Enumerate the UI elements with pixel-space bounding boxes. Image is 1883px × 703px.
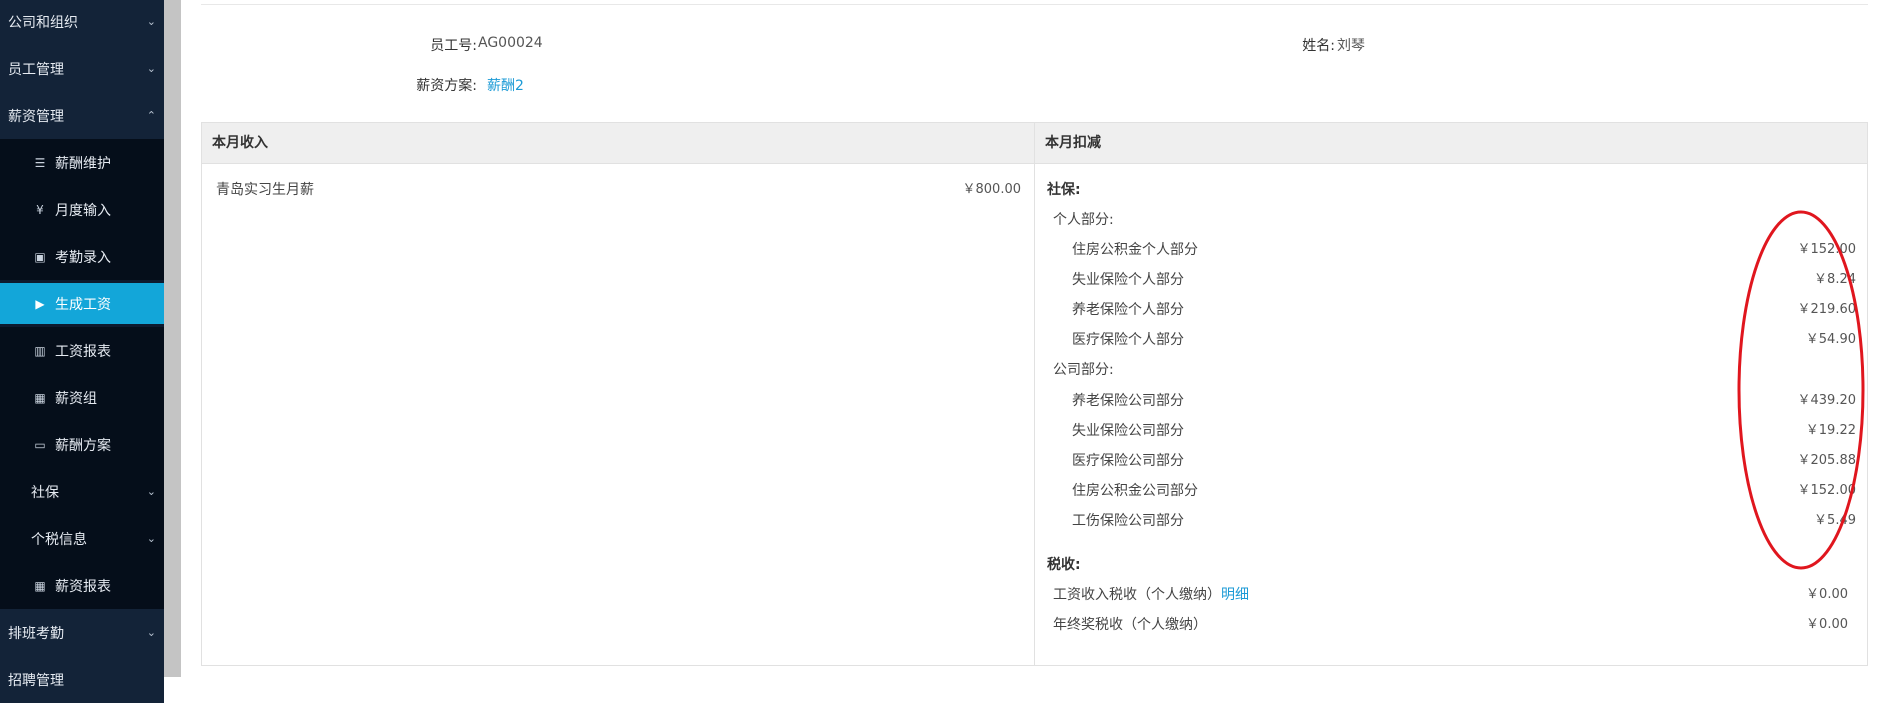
deduction-item-amount: ￥8.24	[1814, 272, 1856, 287]
deduction-item-amount: ￥152.00	[1797, 242, 1857, 257]
sidebar-item-social-security[interactable]: 社保 ⌄	[0, 468, 164, 515]
deduction-item-amount: ￥54.90	[1805, 332, 1856, 347]
income-header: 本月收入	[202, 123, 1034, 164]
deduction-item-label: 医疗保险个人部分	[1072, 332, 1184, 348]
chevron-down-icon: ⌄	[146, 485, 156, 498]
sidebar-item-label: 月度输入	[55, 202, 111, 219]
salary-plan-label: 薪资方案:	[416, 78, 477, 94]
card-icon: ▭	[34, 437, 46, 452]
sidebar-item-company-org[interactable]: 公司和组织 ⌄	[0, 0, 164, 45]
divider	[201, 4, 1868, 5]
sidebar-item-label: 考勤录入	[55, 249, 111, 266]
tax-label: 税收:	[1047, 557, 1081, 573]
grid-icon: ▦	[34, 578, 46, 593]
grid-icon: ▦	[34, 390, 46, 405]
deduction-item-label: 失业保险公司部分	[1072, 423, 1184, 439]
tax-item-amount: ￥0.00	[1806, 617, 1848, 632]
sidebar-item-label: 薪资报表	[55, 578, 111, 595]
sidebar-item-label: 薪酬维护	[55, 155, 111, 172]
tax-item-text: 工资收入税收（个人缴纳）	[1053, 587, 1221, 603]
salary-plan-link[interactable]: 薪酬2	[487, 75, 524, 95]
company-part-label: 公司部分:	[1053, 362, 1114, 378]
sidebar-item-label: 招聘管理	[8, 672, 64, 689]
sidebar-item-generate-payroll[interactable]: ▶ 生成工资	[0, 283, 164, 324]
deduction-item-label: 失业保险个人部分	[1072, 272, 1184, 288]
deduction-item-amount: ￥5.49	[1814, 513, 1856, 528]
employee-no-value: AG00024	[478, 35, 543, 51]
bar-chart-icon: ▥	[34, 343, 46, 358]
calendar-icon: ▣	[34, 249, 46, 264]
name-label: 姓名:	[1302, 38, 1335, 54]
deduction-item-label: 养老保险个人部分	[1072, 302, 1184, 318]
sidebar-scrollbar[interactable]	[164, 0, 181, 677]
sidebar-item-tax-info[interactable]: 个税信息 ⌄	[0, 515, 164, 562]
yen-circle-icon: ¥	[36, 202, 44, 217]
sidebar-item-employee-mgmt[interactable]: 员工管理 ⌄	[0, 45, 164, 92]
deduction-item-amount: ￥439.20	[1797, 393, 1857, 408]
sidebar-item-label: 排班考勤	[8, 625, 64, 642]
sidebar-item-label: 生成工资	[55, 296, 111, 313]
deduction-item-amount: ￥152.00	[1797, 483, 1857, 498]
income-item-amount: ￥800.00	[962, 182, 1022, 197]
sidebar-item-shift-attendance[interactable]: 排班考勤 ⌄	[0, 609, 164, 656]
sidebar-item-label: 工资报表	[55, 343, 111, 360]
main-content: 员工号: AG00024 姓名: 刘琴 薪资方案: 薪酬2 本月收入 本月扣减 …	[181, 0, 1883, 677]
deduction-item-label: 工伤保险公司部分	[1072, 513, 1184, 529]
sidebar: 公司和组织 ⌄ 员工管理 ⌄ 薪资管理 ⌃ ☰ 薪酬维护 ¥ 月度输入 ▣ 考勤…	[0, 0, 164, 703]
deduction-item-label: 住房公积金个人部分	[1072, 242, 1198, 258]
sidebar-item-salary-group[interactable]: ▦ 薪资组	[0, 374, 164, 421]
list-icon: ☰	[34, 155, 46, 170]
chevron-down-icon: ⌄	[146, 626, 156, 639]
sidebar-item-label: 社保	[31, 484, 59, 501]
sidebar-item-salary-plan[interactable]: ▭ 薪酬方案	[0, 421, 164, 468]
sidebar-item-recruitment[interactable]: 招聘管理	[0, 656, 164, 703]
deduction-item-amount: ￥205.88	[1797, 453, 1857, 468]
social-security-label: 社保:	[1047, 182, 1081, 198]
column-divider	[1034, 123, 1035, 665]
chevron-down-icon: ⌄	[146, 532, 156, 545]
chevron-up-icon: ⌃	[146, 109, 156, 122]
tax-item-label: 工资收入税收（个人缴纳）明细	[1053, 580, 1249, 610]
payroll-detail-panel: 本月收入 本月扣减 青岛实习生月薪 ￥800.00 社保: 个人部分: 住房公积…	[201, 122, 1868, 666]
play-circle-icon: ▶	[35, 296, 45, 311]
sidebar-item-label: 薪酬方案	[55, 437, 111, 454]
sidebar-item-label: 薪资管理	[8, 108, 64, 125]
sidebar-item-payroll-report[interactable]: ▥ 工资报表	[0, 327, 164, 374]
deduction-item-amount: ￥19.22	[1805, 423, 1856, 438]
sidebar-item-salary-maintain[interactable]: ☰ 薪酬维护	[0, 139, 164, 186]
deduction-item-label: 养老保险公司部分	[1072, 393, 1184, 409]
deduction-item-label: 医疗保险公司部分	[1072, 453, 1184, 469]
sidebar-item-label: 员工管理	[8, 61, 64, 78]
sidebar-item-salary-mgmt[interactable]: 薪资管理 ⌃	[0, 92, 164, 139]
deduction-item-amount: ￥219.60	[1797, 302, 1857, 317]
tax-item-label: 年终奖税收（个人缴纳）	[1053, 617, 1207, 633]
deduction-header: 本月扣减	[1035, 123, 1867, 164]
tax-item-amount: ￥0.00	[1806, 587, 1848, 602]
personal-part-label: 个人部分:	[1053, 212, 1114, 228]
employee-no-label: 员工号:	[430, 38, 477, 54]
income-item-label: 青岛实习生月薪	[216, 182, 314, 198]
sidebar-item-label: 薪资组	[55, 390, 97, 407]
sidebar-item-label: 个税信息	[31, 531, 87, 548]
sidebar-item-monthly-input[interactable]: ¥ 月度输入	[0, 186, 164, 233]
tax-detail-link[interactable]: 明细	[1221, 587, 1249, 603]
sidebar-item-label: 公司和组织	[8, 14, 78, 31]
name-value: 刘琴	[1337, 38, 1365, 54]
sidebar-item-attendance-entry[interactable]: ▣ 考勤录入	[0, 233, 164, 280]
chevron-down-icon: ⌄	[146, 62, 156, 75]
chevron-down-icon: ⌄	[146, 15, 156, 28]
sidebar-item-salary-report[interactable]: ▦ 薪资报表	[0, 562, 164, 609]
deduction-item-label: 住房公积金公司部分	[1072, 483, 1198, 499]
